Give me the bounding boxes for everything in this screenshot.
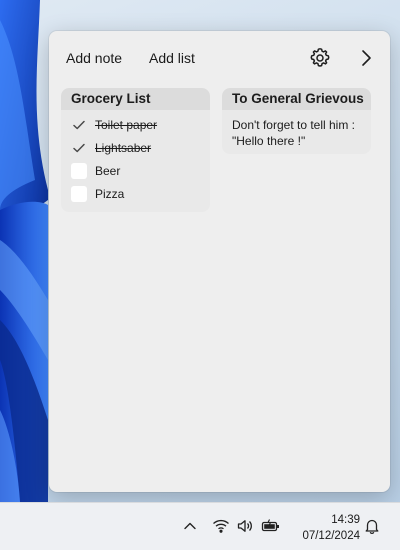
checkbox-checked[interactable]: [71, 117, 87, 133]
wifi-icon[interactable]: [212, 517, 230, 535]
battery-icon[interactable]: [261, 517, 279, 535]
grocery-list-card: Grocery List Toilet paper Lightsaber Bee…: [61, 88, 210, 212]
checklist: Toilet paper Lightsaber Beer Pizza: [61, 110, 210, 206]
clock[interactable]: 14:39 07/12/2024: [290, 512, 360, 544]
list-item: Lightsaber: [61, 137, 210, 160]
notes-flyout-panel: Add note Add list Grocery List Toilet pa…: [49, 31, 390, 492]
volume-icon[interactable]: [236, 517, 254, 535]
add-list-button[interactable]: Add list: [149, 50, 195, 66]
taskbar: 14:39 07/12/2024: [0, 502, 400, 550]
clock-date: 07/12/2024: [302, 530, 360, 542]
note-card[interactable]: To General Grievous Don't forget to tell…: [222, 88, 371, 154]
add-note-button[interactable]: Add note: [66, 50, 122, 66]
list-item-label: Beer: [95, 164, 121, 178]
clock-time: 14:39: [331, 514, 360, 526]
list-item-label: Pizza: [95, 187, 125, 201]
checkbox-unchecked[interactable]: [71, 186, 87, 202]
note-body[interactable]: Don't forget to tell him : "Hello there …: [222, 110, 371, 149]
gear-icon[interactable]: [308, 46, 332, 70]
list-item-label: Lightsaber: [95, 141, 152, 155]
list-item-label: Toilet paper: [95, 118, 158, 132]
checkbox-checked[interactable]: [71, 140, 87, 156]
chevron-up-icon[interactable]: [181, 517, 199, 535]
toolbar: Add note Add list: [49, 31, 390, 85]
chevron-right-icon[interactable]: [354, 46, 378, 70]
bell-icon[interactable]: [363, 517, 381, 535]
checkbox-unchecked[interactable]: [71, 163, 87, 179]
list-item: Beer: [61, 160, 210, 183]
note-title[interactable]: To General Grievous: [222, 88, 371, 110]
list-title[interactable]: Grocery List: [61, 88, 210, 110]
list-item: Pizza: [61, 183, 210, 206]
list-item: Toilet paper: [61, 114, 210, 137]
